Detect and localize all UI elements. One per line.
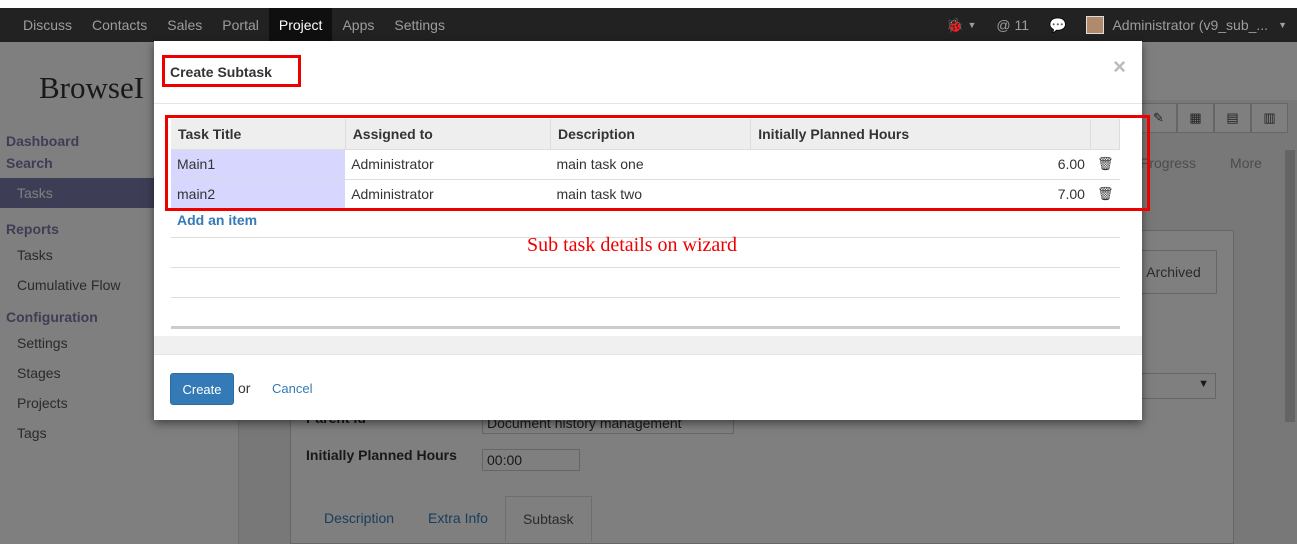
table-highlight-box [165,115,1150,211]
user-menu[interactable]: Administrator (v9_sub_... ▼ [1076,16,1297,34]
dialog-title: Create Subtask [170,64,272,80]
messages-counter[interactable]: @ 11 [986,17,1039,33]
nav-settings[interactable]: Settings [384,8,455,42]
nav-project[interactable]: Project [268,8,333,42]
close-icon[interactable]: × [1113,54,1126,80]
nav-apps[interactable]: Apps [332,8,384,42]
divider [171,326,1120,329]
dialog-body: Task Title Assigned to Description Initi… [154,104,1150,354]
annotation-text: Sub task details on wizard [527,234,737,256]
bug-icon: 🐞 [946,16,964,33]
divider [171,297,1120,298]
nav-discuss[interactable]: Discuss [0,8,82,42]
dialog-sheet: Task Title Assigned to Description Initi… [154,104,1150,336]
create-subtask-dialog: Create Subtask × Task Title Assigned to … [154,41,1150,420]
nav-contacts[interactable]: Contacts [82,8,157,42]
avatar [1086,16,1105,34]
divider [171,267,1120,268]
dialog-footer: Create or Cancel [154,354,1142,420]
top-strip [0,0,1297,8]
caret-down-icon: ▼ [1278,20,1287,30]
caret-down-icon: ▼ [967,20,977,30]
add-item-link[interactable]: Add an item [177,212,257,228]
navbar-right: 🐞 ▼ @ 11 💬 Administrator (v9_sub_... ▼ [936,8,1297,42]
or-text: or [238,380,251,396]
nav-portal[interactable]: Portal [212,8,269,42]
cancel-button[interactable]: Cancel [272,381,312,396]
nav-sales[interactable]: Sales [157,8,212,42]
dialog-header: Create Subtask × [154,41,1142,104]
create-button[interactable]: Create [170,373,234,405]
main-navbar: Discuss Contacts Sales Portal Project Ap… [0,8,1297,42]
debug-menu[interactable]: 🐞 ▼ [936,17,986,34]
chat-icon[interactable]: 💬 [1039,17,1076,34]
user-name: Administrator (v9_sub_... [1112,17,1269,33]
